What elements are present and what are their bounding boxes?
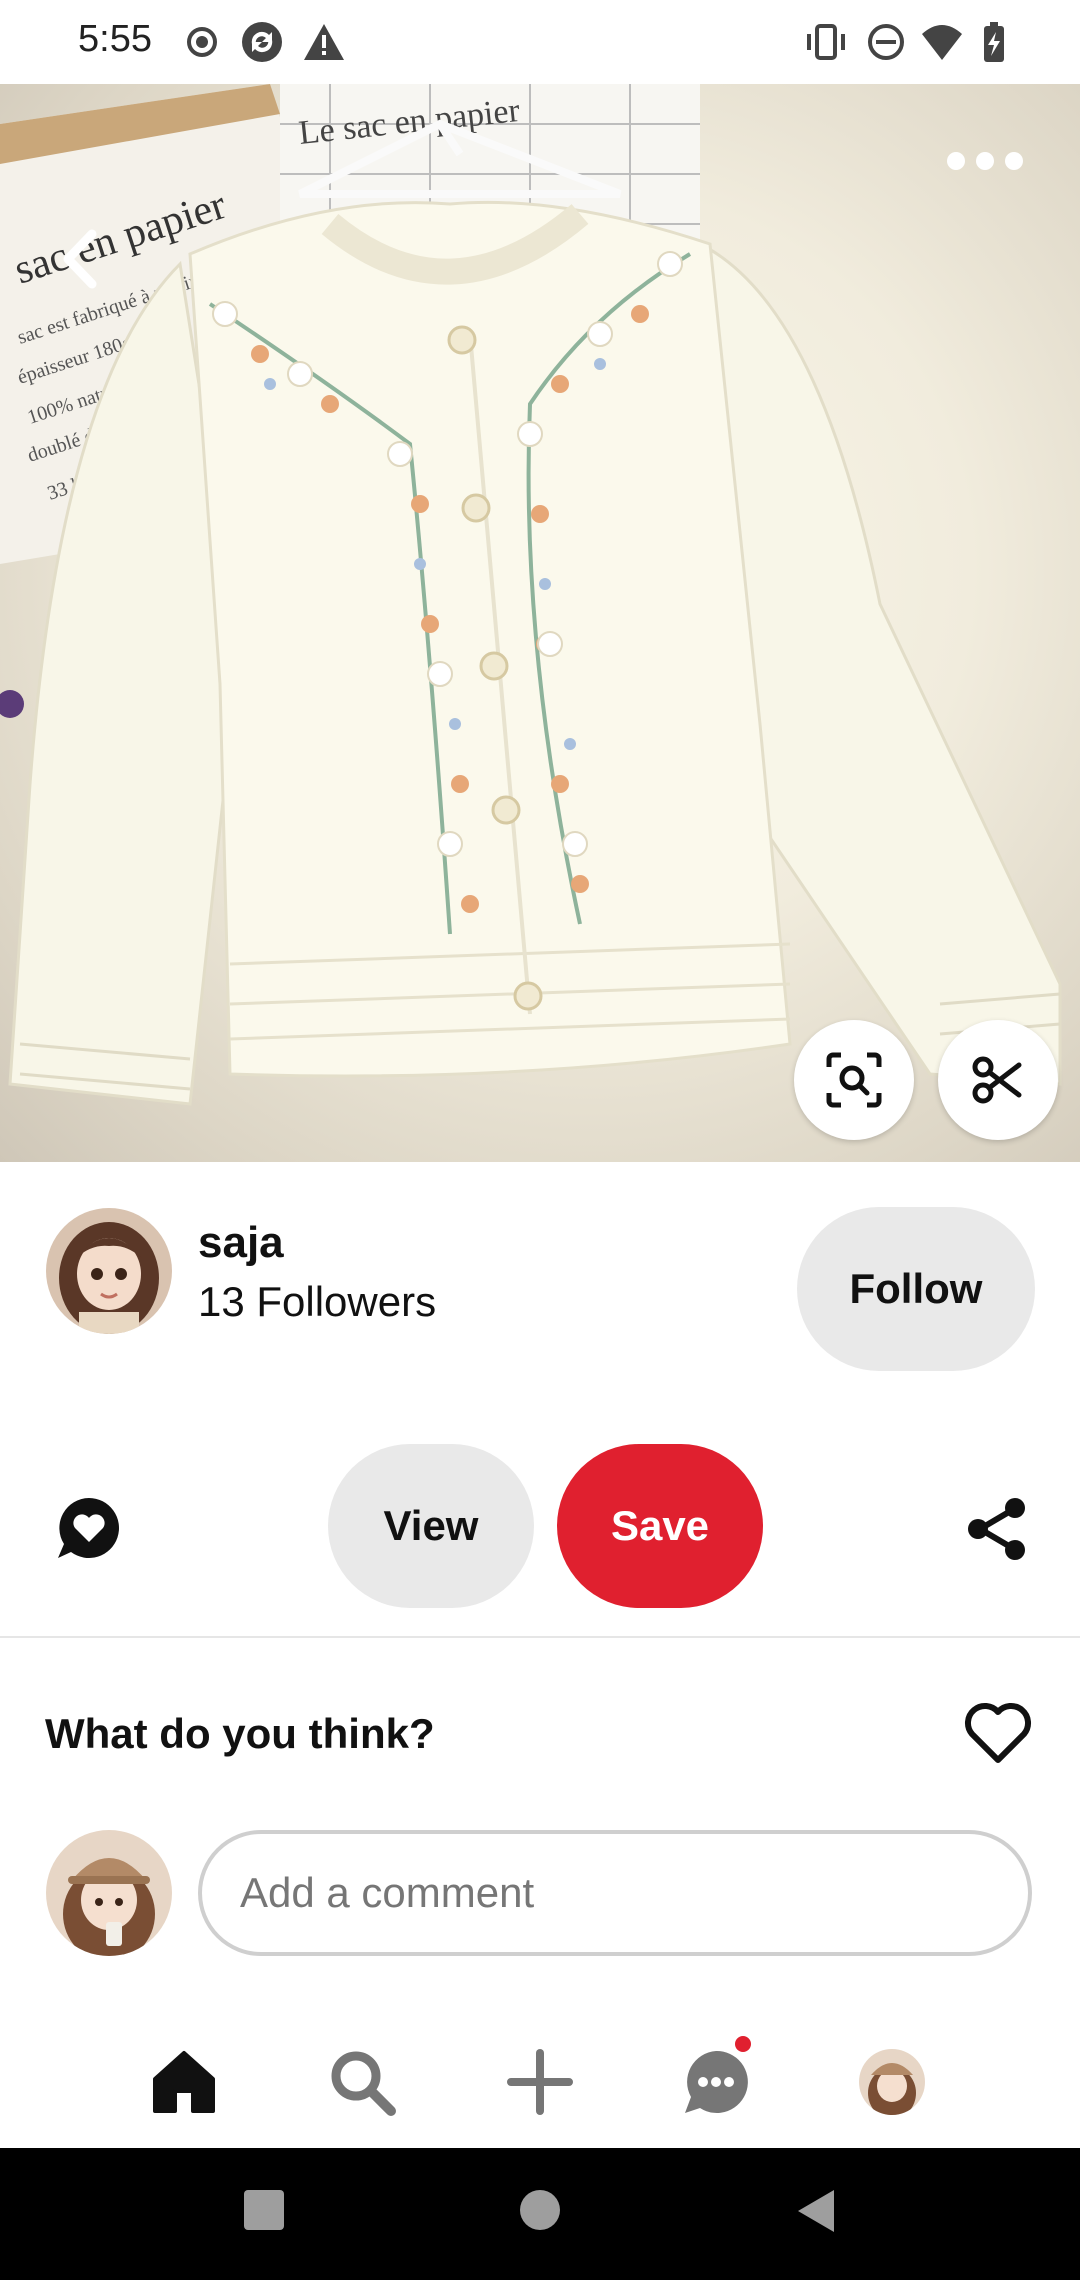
vibrate-icon: [807, 24, 845, 60]
follow-button[interactable]: Follow: [797, 1207, 1035, 1371]
creator-avatar-image: [46, 1208, 172, 1334]
home-icon: [153, 2051, 215, 2113]
wifi-icon: [922, 25, 962, 60]
system-nav-bar: [0, 2148, 1080, 2280]
status-time: 5:55: [78, 18, 152, 60]
section-divider: [0, 1636, 1080, 1638]
nav-search[interactable]: [326, 2046, 398, 2118]
creator-avatar[interactable]: [46, 1208, 172, 1334]
recents-square-icon[interactable]: [244, 2190, 284, 2230]
save-button[interactable]: Save: [557, 1444, 763, 1608]
more-dots-icon[interactable]: [940, 136, 1030, 186]
search-icon: [331, 2051, 396, 2116]
heart-outline-icon[interactable]: [964, 1702, 1032, 1766]
nav-home[interactable]: [148, 2046, 220, 2118]
scissors-icon: [972, 1056, 1022, 1104]
nav-profile[interactable]: [856, 2046, 928, 2118]
visual-search-button[interactable]: [794, 1020, 914, 1140]
cutout-button[interactable]: [938, 1020, 1058, 1140]
warning-icon: [304, 24, 344, 60]
home-circle-icon[interactable]: [520, 2190, 560, 2230]
comment-heart-icon[interactable]: [54, 1494, 124, 1564]
pin-image[interactable]: sac en papier sac est fabriqué à partir …: [0, 84, 1080, 1162]
record-icon: [187, 27, 217, 57]
dnd-icon: [868, 24, 904, 60]
nav-messages[interactable]: [680, 2046, 752, 2118]
profile-avatar: [859, 2049, 925, 2115]
create-plus-icon: [507, 2049, 573, 2115]
back-chevron-icon[interactable]: [48, 224, 118, 294]
status-bar: 5:55: [0, 0, 1080, 84]
share-icon[interactable]: [964, 1496, 1030, 1562]
cardigan-illustration: sac en papier sac est fabriqué à partir …: [0, 84, 1062, 1106]
user-avatar-image: [46, 1830, 172, 1956]
visual-search-icon: [826, 1052, 882, 1108]
nav-create[interactable]: [504, 2046, 576, 2118]
creator-name[interactable]: saja: [198, 1218, 284, 1268]
comments-heading: What do you think?: [45, 1710, 435, 1757]
creator-followers: 13 Followers: [198, 1278, 437, 1325]
battery-icon: [984, 22, 1004, 62]
messages-badge: [735, 2036, 751, 2052]
messages-icon: [685, 2050, 748, 2113]
back-triangle-icon[interactable]: [794, 2188, 838, 2234]
sync-icon: [242, 22, 282, 62]
user-avatar: [46, 1830, 172, 1956]
comment-input[interactable]: [198, 1830, 1032, 1956]
view-button[interactable]: View: [328, 1444, 534, 1608]
